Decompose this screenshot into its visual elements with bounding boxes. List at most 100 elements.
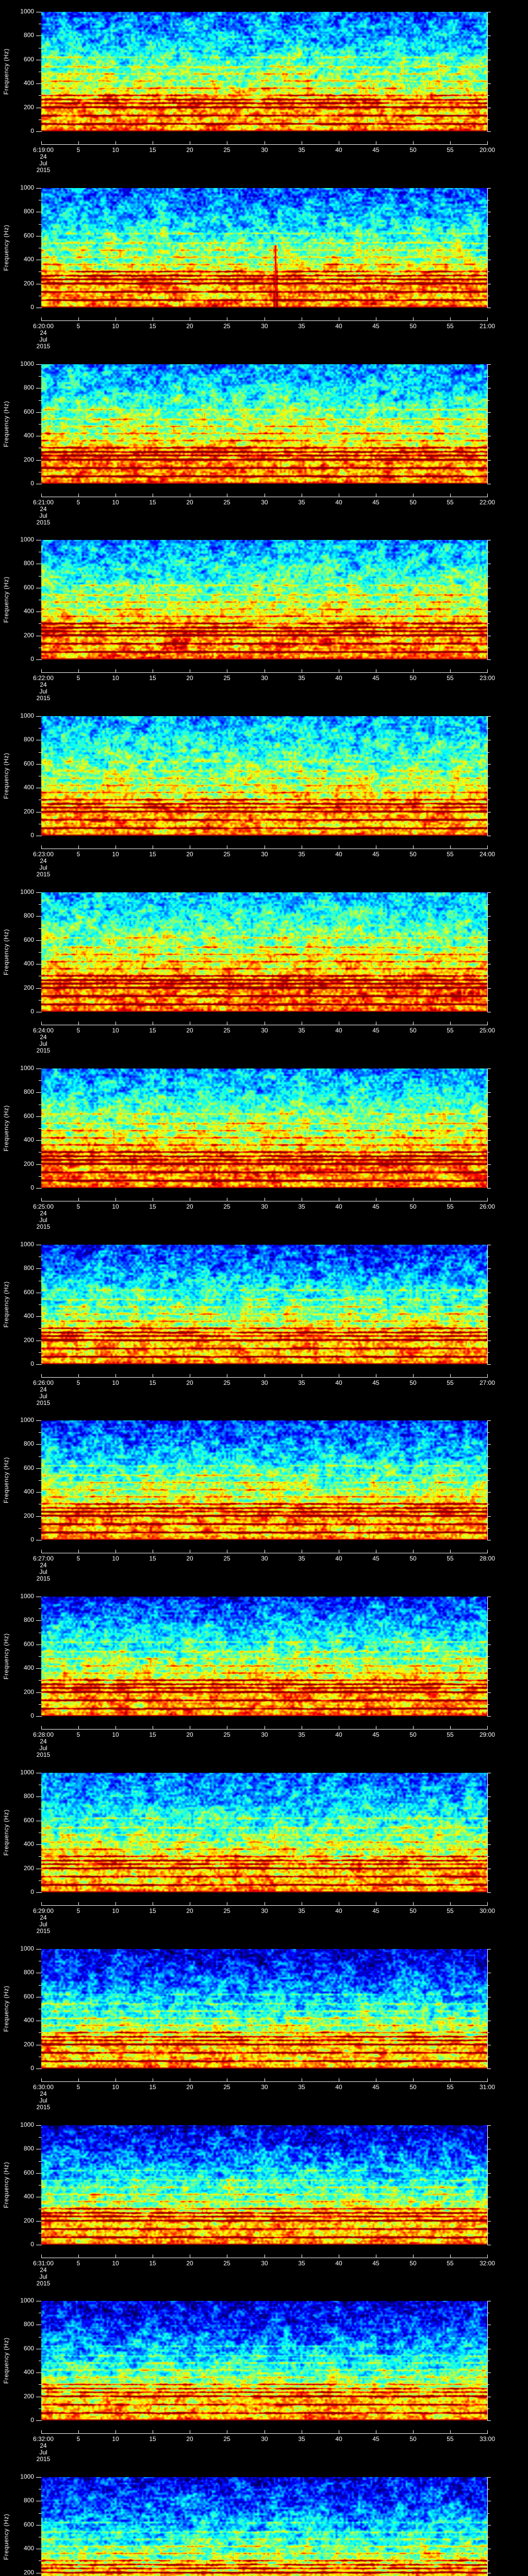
date-label: 2015 <box>36 2455 51 2463</box>
y-tick-label: 800 <box>23 2497 34 2504</box>
y-tick-label: 400 <box>23 784 34 791</box>
end-time-label: 31:00 <box>479 2083 496 2091</box>
y-major-tick-left <box>36 1164 41 1165</box>
x-tick-label: 20 <box>186 851 193 858</box>
x-tick-label: 20 <box>186 2083 193 2091</box>
x-major-tick <box>450 317 451 320</box>
x-major-tick <box>78 1374 79 1377</box>
spectrogram-panel: Frequency (Hz) 0200400600800100051015202… <box>0 1761 528 1937</box>
date-label: 2015 <box>36 871 51 878</box>
x-major-tick <box>78 2078 79 2081</box>
y-tick-label: 600 <box>23 2345 34 2352</box>
x-axis-line <box>41 1377 488 1378</box>
y-minor-tick-left <box>39 2032 41 2033</box>
x-tick-label: 45 <box>372 146 380 154</box>
x-tick-label: 50 <box>409 1203 417 1210</box>
x-tick-label: 50 <box>409 2435 417 2443</box>
x-tick-label: 45 <box>372 2083 380 2091</box>
x-tick-label: 15 <box>149 1907 156 1914</box>
x-tick-label: 30 <box>261 674 268 682</box>
x-major-tick <box>450 845 451 849</box>
y-major-tick-right <box>487 988 491 989</box>
x-axis-line <box>41 2433 488 2434</box>
y-tick-label: 0 <box>30 1360 34 1367</box>
x-tick-label: 20 <box>186 323 193 330</box>
x-tick-label: 25 <box>223 499 230 506</box>
x-tick-label: 10 <box>112 1379 119 1386</box>
x-major-tick <box>487 669 488 672</box>
y-major-tick-left <box>36 764 41 765</box>
spectrogram-panel: Frequency (Hz) 0200400600800100051015202… <box>0 2289 528 2465</box>
y-axis-title: Frequency (Hz) <box>3 1809 10 1856</box>
spectrogram-panel: Frequency (Hz) 0200400600800100051015202… <box>0 880 528 1057</box>
spectrogram-panel: Frequency (Hz) 0200400600800100051015202… <box>0 528 528 704</box>
y-tick-label: 400 <box>23 2016 34 2024</box>
y-major-tick-right <box>487 1444 491 1445</box>
spectrogram-panel: Frequency (Hz) 0200400600800100051015202… <box>0 1585 528 1761</box>
y-minor-tick-left <box>39 1608 41 1609</box>
spectrogram-image <box>41 1245 487 1364</box>
y-major-tick-left <box>36 1364 41 1365</box>
y-minor-tick-left <box>39 1880 41 1881</box>
x-major-tick <box>450 2430 451 2433</box>
y-major-tick-right <box>487 1620 491 1621</box>
x-major-tick <box>487 141 488 144</box>
y-tick-label: 600 <box>23 760 34 767</box>
y-minor-tick-left <box>39 1000 41 1001</box>
spectrogram-panel: Frequency (Hz) 0200400600800100051015202… <box>0 2113 528 2290</box>
y-major-tick-right <box>487 1188 491 1189</box>
y-tick-label: 1000 <box>20 8 34 15</box>
x-tick-label: 35 <box>298 499 305 506</box>
y-major-tick-right <box>487 2525 491 2526</box>
x-major-tick <box>413 141 414 144</box>
y-tick-label: 800 <box>23 384 34 391</box>
y-major-tick-left <box>36 412 41 413</box>
y-tick-label: 600 <box>23 936 34 943</box>
x-tick-label: 50 <box>409 674 417 682</box>
end-time-label: 33:00 <box>479 2435 496 2443</box>
y-major-tick-right <box>487 1420 491 1421</box>
spectrogram-panel: Frequency (Hz) 0200400600800100051015202… <box>0 704 528 880</box>
y-minor-tick-right <box>487 1608 489 1609</box>
x-tick-label: 20 <box>186 1907 193 1914</box>
x-major-tick <box>487 2255 488 2258</box>
y-minor-tick-right <box>487 928 489 929</box>
x-tick-label: 10 <box>112 2083 119 2091</box>
x-tick-label: 30 <box>261 2083 268 2091</box>
y-minor-tick-left <box>39 1856 41 1857</box>
y-tick-label: 800 <box>23 31 34 39</box>
x-major-tick <box>41 845 42 849</box>
y-axis-title: Frequency (Hz) <box>3 2162 10 2208</box>
y-minor-tick-left <box>39 1304 41 1305</box>
x-major-tick <box>78 317 79 320</box>
x-axis-line <box>41 1905 488 1906</box>
x-tick-label: 50 <box>409 1731 417 1738</box>
y-tick-label: 1000 <box>20 1769 34 1776</box>
x-tick-label: 20 <box>186 1379 193 1386</box>
x-tick-label: 25 <box>223 146 230 154</box>
x-tick-label: 10 <box>112 1027 119 1034</box>
y-minor-tick-right <box>487 1352 489 1353</box>
y-tick-label: 600 <box>23 584 34 591</box>
x-tick-label: 45 <box>372 1203 380 1210</box>
y-tick-label: 0 <box>30 480 34 487</box>
x-tick-label: 40 <box>335 1731 342 1738</box>
y-major-tick-left <box>36 1516 41 1517</box>
y-minor-tick-right <box>487 2137 489 2138</box>
x-tick-label: 10 <box>112 1555 119 1562</box>
end-time-label: 27:00 <box>479 1379 496 1386</box>
x-major-tick <box>78 1022 79 1025</box>
y-minor-tick-right <box>487 1856 489 1857</box>
end-time-label: 30:00 <box>479 1907 496 1914</box>
x-tick-label: 10 <box>112 1907 119 1914</box>
x-major-tick <box>487 1198 488 1201</box>
spectrogram-image <box>41 2301 487 2420</box>
x-axis-line <box>41 144 488 145</box>
x-tick-label: 25 <box>223 1379 230 1386</box>
y-tick-label: 0 <box>30 655 34 663</box>
x-tick-label: 20 <box>186 1027 193 1034</box>
y-minor-tick-left <box>39 2384 41 2385</box>
x-tick-label: 35 <box>298 851 305 858</box>
x-tick-label: 35 <box>298 1555 305 1562</box>
x-major-tick <box>487 494 488 497</box>
